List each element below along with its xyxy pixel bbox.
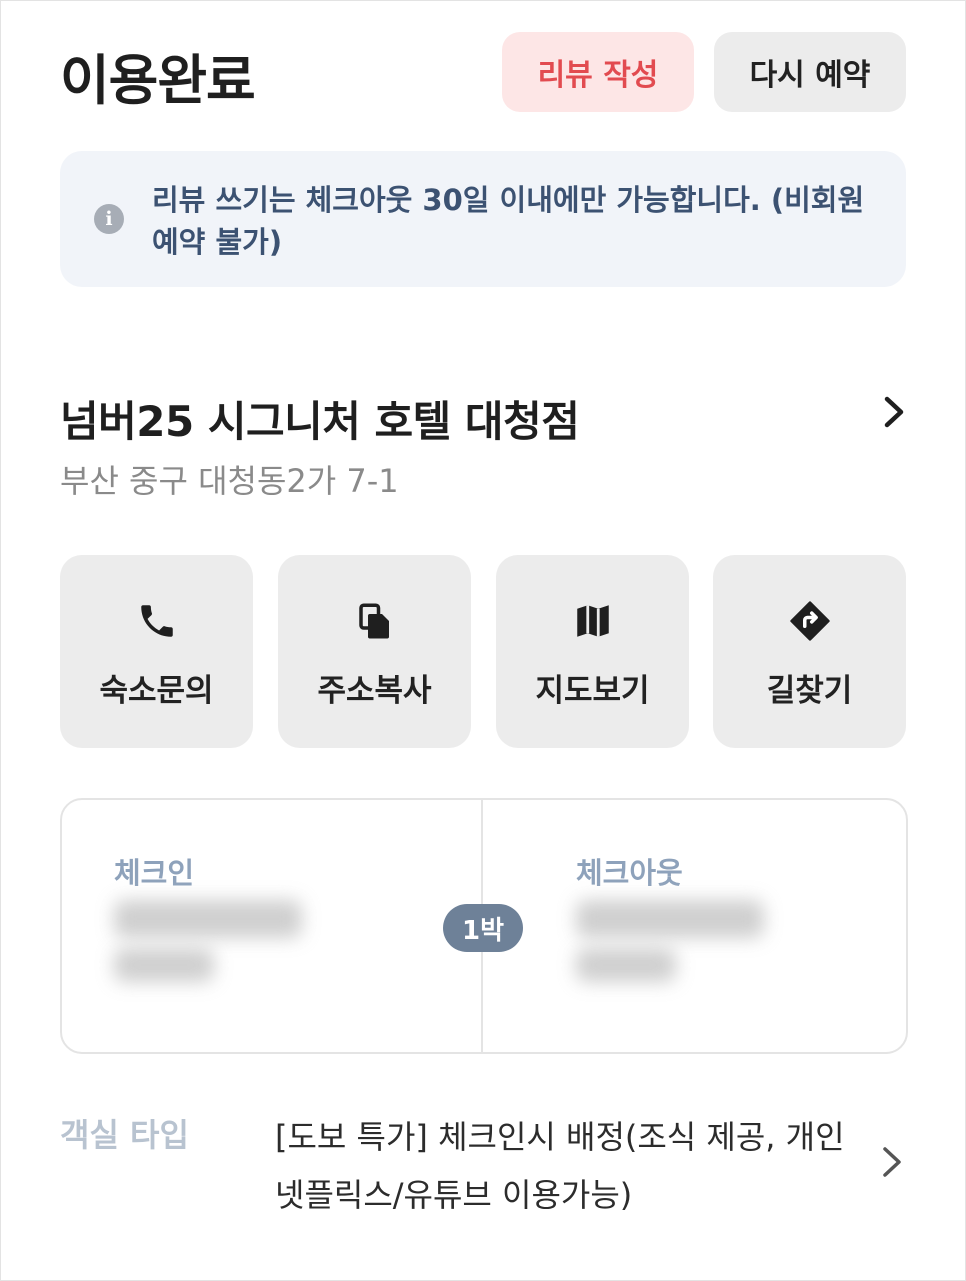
checkin-time-redacted <box>114 948 214 982</box>
stay-dates-card: 체크인 1박 체크아웃 <box>60 798 908 1054</box>
info-icon: i <box>94 204 124 234</box>
action-label: 지도보기 <box>535 673 650 709</box>
copy-icon <box>359 603 389 639</box>
notice-text: 리뷰 쓰기는 체크아웃 30일 이내에만 가능합니다. (비회원 예약 불가) <box>152 183 865 259</box>
checkout-label: 체크아웃 <box>576 856 683 890</box>
hotel-address: 부산 중구 대청동2가 7-1 <box>60 462 399 500</box>
header: 이용완료 리뷰 작성 다시 예약 <box>60 30 906 114</box>
action-label: 숙소문의 <box>99 673 214 709</box>
page-title: 이용완료 <box>60 49 256 112</box>
contact-property-button[interactable]: 숙소문의 <box>60 555 253 748</box>
map-icon <box>577 605 609 637</box>
chevron-right-icon[interactable] <box>874 1142 910 1182</box>
action-buttons: 숙소문의 주소복사 지도보기 길찾기 <box>60 555 906 748</box>
directions-icon <box>790 601 830 641</box>
room-type-value[interactable]: [도보 특가] 체크인시 배정(조식 제공, 개인 넷플릭스/유튜브 이용가능) <box>275 1108 850 1224</box>
chevron-right-icon[interactable] <box>874 392 914 432</box>
view-map-button[interactable]: 지도보기 <box>496 555 689 748</box>
action-label: 길찾기 <box>766 673 853 709</box>
directions-button[interactable]: 길찾기 <box>713 555 906 748</box>
review-notice-banner: i 리뷰 쓰기는 체크아웃 30일 이내에만 가능합니다. (비회원 예약 불가… <box>60 151 906 287</box>
checkout-time-redacted <box>576 948 676 982</box>
write-review-button[interactable]: 리뷰 작성 <box>502 32 694 112</box>
checkout-date-redacted <box>576 900 764 938</box>
room-type-label: 객실 타입 <box>60 1116 189 1154</box>
nights-badge: 1박 <box>443 904 523 952</box>
phone-icon <box>141 605 173 637</box>
action-label: 주소복사 <box>317 673 432 709</box>
checkin-label: 체크인 <box>114 856 195 890</box>
rebook-button[interactable]: 다시 예약 <box>714 32 906 112</box>
hotel-name[interactable]: 넘버25 시그니처 호텔 대청점 <box>60 388 580 449</box>
checkin-date-redacted <box>114 900 302 938</box>
copy-address-button[interactable]: 주소복사 <box>278 555 471 748</box>
